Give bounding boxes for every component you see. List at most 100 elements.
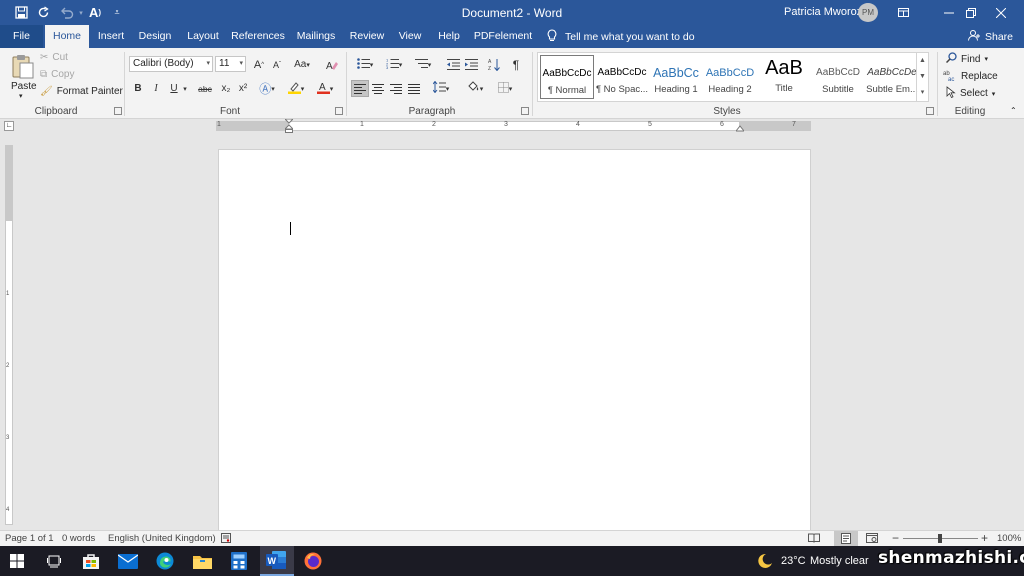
tab-home[interactable]: Home <box>45 25 89 48</box>
font-color-button[interactable]: A ▾ <box>312 80 338 97</box>
font-name-dropdown[interactable]: Calibri (Body) ▾ <box>129 56 213 72</box>
show-formatting-marks-button[interactable]: ¶ <box>507 56 525 73</box>
indent-marker-icon[interactable] <box>283 118 295 133</box>
bullets-button[interactable]: ▾ <box>352 56 378 73</box>
style-normal[interactable]: AaBbCcDc ¶ Normal <box>540 55 594 99</box>
horizontal-ruler[interactable]: 1 1 2 3 4 5 6 7 <box>216 121 811 131</box>
align-left-icon[interactable] <box>351 80 369 97</box>
firefox-browser-icon[interactable] <box>300 549 326 573</box>
language-indicator[interactable]: English (United Kingdom) <box>108 533 216 544</box>
superscript-button[interactable]: x² <box>234 80 252 97</box>
gallery-more-icon[interactable]: ▾ <box>916 85 928 101</box>
tab-selector-icon[interactable]: ∟ <box>4 121 14 131</box>
gallery-scroll-down-icon[interactable]: ▼ <box>916 69 928 85</box>
tell-me-search[interactable]: Tell me what you want to do <box>547 29 695 45</box>
font-size-dropdown[interactable]: 11 ▾ <box>215 56 246 72</box>
multilevel-list-button[interactable]: ▾ <box>410 56 436 73</box>
task-view-icon[interactable] <box>41 549 67 573</box>
weather-temperature[interactable]: 23°C <box>781 555 806 567</box>
web-layout-icon[interactable] <box>866 533 878 546</box>
zoom-out-button[interactable]: − <box>892 531 899 545</box>
style-subtle-emphasis[interactable]: AaBbCcDe Subtle Em... <box>865 55 919 99</box>
bold-button[interactable]: B <box>129 80 147 97</box>
tab-file[interactable]: File <box>0 25 43 48</box>
tab-layout[interactable]: Layout <box>182 25 224 48</box>
paragraph-launcher-icon[interactable] <box>521 107 529 115</box>
replace-button[interactable]: ab ac Replace <box>943 69 998 84</box>
tab-insert[interactable]: Insert <box>92 25 130 48</box>
tab-review[interactable]: Review <box>346 25 388 48</box>
tab-references[interactable]: References <box>230 25 286 48</box>
weather-description[interactable]: Mostly clear <box>810 555 869 567</box>
tab-view[interactable]: View <box>394 25 426 48</box>
text-effects-button[interactable]: Ⓐ ▾ <box>254 80 280 97</box>
collapse-ribbon-icon[interactable]: ⌃ <box>1010 106 1017 115</box>
file-explorer-icon[interactable] <box>189 549 215 573</box>
edge-browser-icon[interactable] <box>152 549 178 573</box>
user-name[interactable]: Patricia Mworozi <box>784 6 865 18</box>
copy-button[interactable]: ⧉ Copy <box>40 69 75 80</box>
paste-dropdown-icon[interactable]: ▾ <box>19 92 23 100</box>
subscript-button[interactable]: x₂ <box>217 80 235 97</box>
numbering-button[interactable]: 123 ▾ <box>381 56 407 73</box>
word-taskbar-button[interactable]: W <box>260 546 294 576</box>
paste-icon[interactable] <box>11 53 35 79</box>
vertical-ruler[interactable]: 1 2 3 4 <box>5 145 13 525</box>
decrease-indent-icon[interactable] <box>444 56 462 73</box>
ribbon-display-options-icon[interactable] <box>880 0 926 25</box>
close-icon[interactable] <box>978 0 1024 25</box>
style-title[interactable]: AaB Title <box>757 55 811 99</box>
borders-button[interactable]: ▾ <box>492 80 518 97</box>
tab-pdfelement[interactable]: PDFelement <box>472 25 534 48</box>
calculator-app-icon[interactable] <box>226 549 252 573</box>
font-launcher-icon[interactable] <box>335 107 343 115</box>
grow-font-button[interactable]: A ^ <box>250 56 268 73</box>
style-no-spacing[interactable]: AaBbCcDc ¶ No Spac... <box>595 55 649 99</box>
tab-design[interactable]: Design <box>134 25 176 48</box>
change-case-button[interactable]: Aa ▾ <box>290 56 314 73</box>
line-spacing-button[interactable]: ▾ <box>428 80 454 97</box>
right-indent-marker-icon[interactable] <box>734 123 746 132</box>
zoom-slider-thumb[interactable] <box>938 534 942 543</box>
style-heading-1[interactable]: AaBbCc Heading 1 <box>649 55 703 99</box>
zoom-level[interactable]: 100% <box>997 533 1021 544</box>
zoom-in-button[interactable]: + <box>981 531 988 545</box>
word-count[interactable]: 0 words <box>62 533 95 544</box>
select-button[interactable]: Select ▾ <box>946 86 995 101</box>
read-mode-icon[interactable] <box>808 533 820 546</box>
avatar[interactable]: PM <box>858 3 878 22</box>
shading-button[interactable]: ▾ <box>462 80 488 97</box>
highlight-color-button[interactable]: ▾ <box>283 80 309 97</box>
page-count[interactable]: Page 1 of 1 <box>5 533 54 544</box>
macro-recording-icon[interactable] <box>221 533 231 546</box>
clipboard-launcher-icon[interactable] <box>114 107 122 115</box>
justify-icon[interactable] <box>405 80 423 97</box>
increase-indent-icon[interactable] <box>462 56 480 73</box>
windows-start-icon[interactable] <box>4 549 30 573</box>
document-page[interactable] <box>218 149 811 531</box>
shrink-font-button[interactable]: Aˇ <box>268 56 286 73</box>
style-sample: AaBbCcDc <box>542 68 592 79</box>
print-layout-icon[interactable] <box>834 531 858 546</box>
clear-formatting-icon[interactable]: A <box>323 56 341 73</box>
styles-launcher-icon[interactable] <box>926 107 934 115</box>
tab-mailings[interactable]: Mailings <box>292 25 340 48</box>
sort-icon[interactable]: AZ <box>485 56 503 73</box>
microsoft-store-icon[interactable] <box>78 549 104 573</box>
gallery-scroll-up-icon[interactable]: ▲ <box>916 53 928 69</box>
style-heading-2[interactable]: AaBbCcD Heading 2 <box>703 55 757 99</box>
underline-dropdown-icon[interactable]: ▾ <box>180 80 190 97</box>
italic-button[interactable]: I <box>147 80 165 97</box>
cut-button[interactable]: ✂ Cut <box>40 52 68 63</box>
style-subtitle[interactable]: AaBbCcD Subtitle <box>811 55 865 99</box>
align-center-icon[interactable] <box>369 80 387 97</box>
align-right-icon[interactable] <box>387 80 405 97</box>
paste-button[interactable]: Paste <box>11 81 37 92</box>
find-button[interactable]: Find ▾ <box>945 52 988 66</box>
format-painter-button[interactable]: 🖌 Format Painter <box>40 86 123 97</box>
share-button[interactable]: Share <box>968 29 1013 44</box>
tab-help[interactable]: Help <box>432 25 466 48</box>
strikethrough-button[interactable]: abc <box>194 80 216 97</box>
weather-moon-icon[interactable] <box>757 553 773 572</box>
mail-icon[interactable] <box>115 549 141 573</box>
